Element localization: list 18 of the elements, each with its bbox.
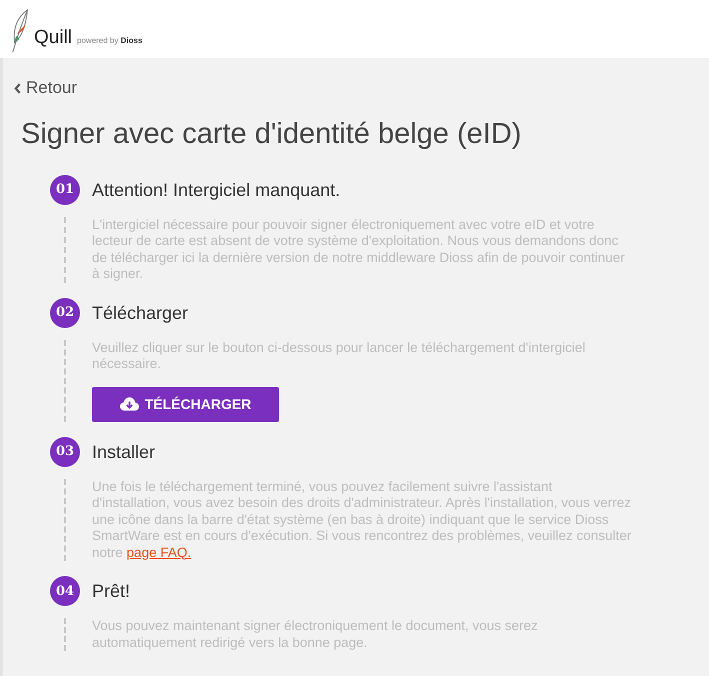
- chevron-left-icon: [14, 82, 21, 94]
- back-link[interactable]: Retour: [14, 78, 78, 98]
- step-title: Installer: [92, 440, 156, 462]
- powered-by-text: powered by Dioss: [77, 36, 142, 46]
- page-title: Signer avec carte d'identité belge (eID): [21, 116, 522, 150]
- faq-link[interactable]: page FAQ.: [126, 544, 192, 560]
- step-title: Télécharger: [92, 302, 188, 324]
- step-title: Prêt!: [92, 580, 130, 602]
- step-number-badge: 03: [50, 436, 80, 466]
- step-title: Attention! Intergiciel manquant.: [92, 178, 340, 200]
- dashed-connector-line: [64, 618, 66, 651]
- step-number-badge: 01: [50, 174, 80, 204]
- step-number-badge: 02: [50, 298, 80, 328]
- dashed-connector-line: [64, 216, 66, 282]
- logo-wordmark: Quill: [34, 27, 72, 49]
- download-button[interactable]: TÉLÉCHARGER: [92, 386, 279, 422]
- cloud-download-icon: [120, 397, 139, 411]
- step-number-badge: 04: [50, 576, 80, 606]
